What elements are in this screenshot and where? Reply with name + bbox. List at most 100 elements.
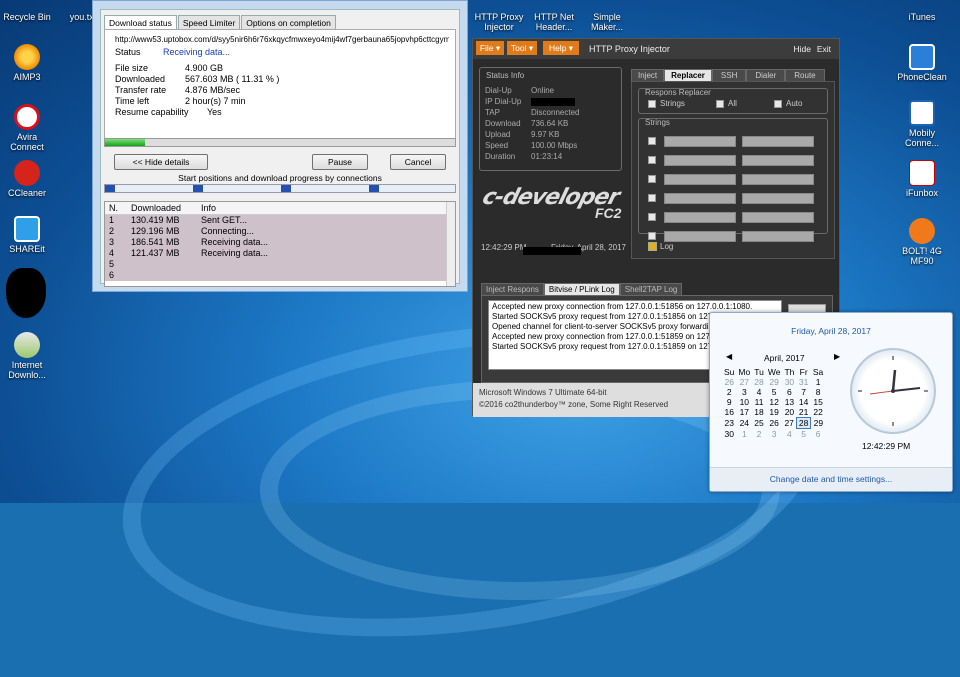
string-replace-field[interactable]	[742, 212, 814, 223]
calendar-day[interactable]: 17	[736, 407, 752, 418]
desktop-icon-simple-maker[interactable]: Simple Maker...	[580, 0, 634, 32]
hide-details-button[interactable]: << Hide details	[114, 154, 208, 170]
exit-button[interactable]: Exit	[817, 44, 831, 54]
calendar-day[interactable]: 20	[782, 407, 796, 418]
string-row-checkbox[interactable]	[648, 213, 656, 221]
table-row[interactable]: 3 186.541 MB Receiving data...	[105, 237, 455, 248]
calendar-day[interactable]: 13	[782, 397, 796, 407]
calendar-day[interactable]: 30	[722, 429, 736, 440]
calendar-day[interactable]: 18	[752, 407, 766, 418]
calendar-day[interactable]: 1	[811, 377, 825, 387]
calendar-day[interactable]: 26	[722, 377, 736, 387]
calendar-day[interactable]: 27	[736, 377, 752, 387]
desktop-icon-http-proxy-injector[interactable]: HTTP Proxy Injector	[472, 0, 526, 32]
string-find-field[interactable]	[664, 231, 736, 242]
calendar-day[interactable]: 31	[796, 377, 810, 387]
calendar-day[interactable]: 7	[796, 387, 810, 397]
calendar-day[interactable]: 29	[766, 377, 783, 387]
calendar-day[interactable]: 12	[766, 397, 783, 407]
calendar-month[interactable]: April, 2017	[764, 353, 805, 363]
tab-options-on-completion[interactable]: Options on completion	[241, 15, 336, 30]
string-row-checkbox[interactable]	[648, 137, 656, 145]
calendar-day[interactable]: 25	[752, 418, 766, 429]
calendar-day[interactable]: 1	[736, 429, 752, 440]
calendar-day[interactable]: 2	[722, 387, 736, 397]
string-find-field[interactable]	[664, 155, 736, 166]
table-row[interactable]: 5	[105, 259, 455, 270]
calendar-day[interactable]: 30	[782, 377, 796, 387]
calendar-day[interactable]: 11	[752, 397, 766, 407]
tab-speed-limiter[interactable]: Speed Limiter	[177, 15, 241, 30]
calendar-day[interactable]: 28	[752, 377, 766, 387]
string-replace-field[interactable]	[742, 155, 814, 166]
string-find-field[interactable]	[664, 136, 736, 147]
calendar-day[interactable]: 27	[782, 418, 796, 429]
desktop-icon-avira[interactable]: Avira Connect	[0, 104, 54, 152]
desktop-icon-idm[interactable]: Internet Downlo...	[0, 332, 54, 380]
desktop-icon-recycle-bin[interactable]: Recycle Bin	[0, 0, 54, 22]
desktop-icon-http-net-header[interactable]: HTTP Net Header...	[527, 0, 581, 32]
string-row-checkbox[interactable]	[648, 175, 656, 183]
string-replace-field[interactable]	[742, 136, 814, 147]
calendar-day[interactable]: 19	[766, 407, 783, 418]
calendar-day[interactable]: 10	[736, 397, 752, 407]
table-row[interactable]: 1 130.419 MB Sent GET...	[105, 215, 455, 226]
strings-checkbox[interactable]	[648, 100, 656, 108]
desktop-icon-aimp[interactable]: AIMP3	[0, 44, 54, 82]
calendar-header-date[interactable]: Friday, April 28, 2017	[710, 326, 952, 336]
calendar-day[interactable]: 8	[811, 387, 825, 397]
string-row-checkbox[interactable]	[648, 156, 656, 164]
calendar-day[interactable]: 5	[766, 387, 783, 397]
string-find-field[interactable]	[664, 193, 736, 204]
calendar-day[interactable]: 4	[782, 429, 796, 440]
desktop-icon-ifunbox[interactable]: iFunbox	[895, 160, 949, 198]
log-checkbox[interactable]	[648, 242, 657, 251]
pause-button[interactable]: Pause	[312, 154, 368, 170]
string-row-checkbox[interactable]	[648, 232, 656, 240]
string-row-checkbox[interactable]	[648, 194, 656, 202]
desktop-icon-phoneclean[interactable]: PhoneClean	[895, 44, 949, 82]
calendar-day[interactable]: 29	[811, 418, 825, 429]
menu-file[interactable]: File ▾	[476, 41, 504, 55]
string-find-field[interactable]	[664, 212, 736, 223]
desktop-icon-itunes[interactable]: iTunes	[895, 0, 949, 22]
calendar-day[interactable]: 5	[796, 429, 810, 439]
prev-month-button[interactable]: ◀	[726, 352, 732, 361]
calendar-day[interactable]: 28	[795, 417, 812, 429]
tab-download-status[interactable]: Download status	[104, 15, 177, 30]
desktop-icon-shareit[interactable]: SHAREit	[0, 216, 54, 254]
string-replace-field[interactable]	[742, 231, 814, 242]
calendar-day[interactable]: 23	[722, 418, 736, 429]
calendar-day[interactable]: 16	[722, 407, 736, 418]
calendar-day[interactable]: 15	[811, 397, 825, 407]
menu-help[interactable]: Help ▾	[543, 41, 579, 55]
calendar-day[interactable]: 4	[752, 387, 766, 397]
calendar-day[interactable]: 26	[766, 418, 783, 429]
string-replace-field[interactable]	[742, 193, 814, 204]
all-checkbox[interactable]	[716, 100, 724, 108]
auto-checkbox[interactable]	[774, 100, 782, 108]
table-row[interactable]: 4 121.437 MB Receiving data...	[105, 248, 455, 259]
next-month-button[interactable]: ▶	[834, 352, 840, 361]
menu-tool[interactable]: Tool ▾	[507, 41, 537, 55]
desktop-icon-ccleaner[interactable]: CCleaner	[0, 160, 54, 198]
calendar-day[interactable]: 21	[796, 407, 810, 418]
change-date-time-link[interactable]: Change date and time settings...	[710, 468, 952, 490]
calendar-day[interactable]: 2	[752, 429, 766, 440]
desktop-icon-mobily[interactable]: Mobily Conne...	[895, 100, 949, 148]
calendar-day[interactable]: 6	[811, 429, 825, 440]
calendar-day[interactable]: 22	[811, 407, 825, 418]
string-replace-field[interactable]	[742, 174, 814, 185]
hide-button[interactable]: Hide	[794, 44, 811, 54]
cancel-button[interactable]: Cancel	[390, 154, 446, 170]
table-row[interactable]: 6	[105, 270, 455, 281]
string-find-field[interactable]	[664, 174, 736, 185]
calendar-day[interactable]: 3	[766, 429, 783, 440]
desktop-icon-bolt[interactable]: BOLT! 4G MF90	[895, 218, 949, 266]
calendar-day[interactable]: 9	[722, 397, 736, 407]
calendar-day[interactable]: 3	[736, 387, 752, 397]
calendar-day[interactable]: 14	[796, 397, 810, 407]
calendar-day[interactable]: 24	[736, 418, 752, 429]
table-row[interactable]: 2 129.196 MB Connecting...	[105, 226, 455, 237]
table-scrollbar[interactable]	[446, 202, 455, 286]
